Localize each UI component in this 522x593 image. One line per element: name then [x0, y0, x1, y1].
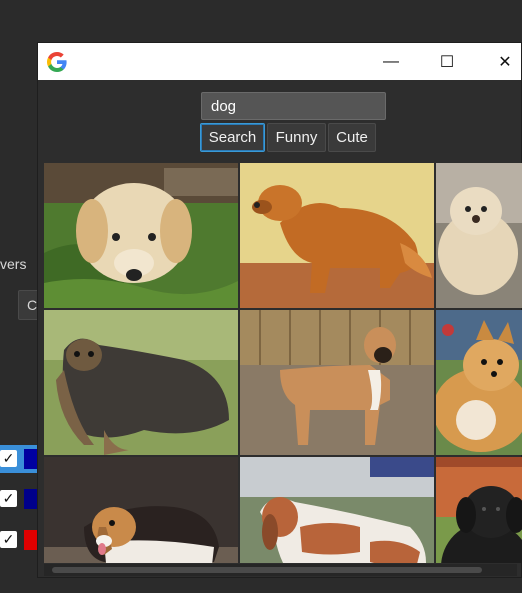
minimize-icon: — [383, 52, 399, 70]
result-image-golden-puppy[interactable] [44, 163, 238, 308]
background-list-row[interactable]: ✓ [0, 526, 40, 554]
result-image-silky-terrier[interactable] [44, 310, 238, 455]
minimize-button[interactable]: — [368, 43, 414, 80]
result-image-cream-poodle-mix[interactable] [436, 163, 522, 308]
cute-button[interactable]: Cute [328, 123, 376, 152]
close-icon: ✕ [498, 53, 512, 71]
search-input[interactable] [201, 92, 386, 120]
result-image-basset-hound[interactable] [240, 457, 434, 563]
search-button[interactable]: Search [200, 123, 265, 152]
result-image-newfoundland[interactable] [436, 457, 522, 563]
image-search-window: — ☐ ✕ Search Funny Cute [37, 42, 522, 578]
title-bar[interactable]: — ☐ ✕ [38, 43, 521, 80]
scrollbar-thumb[interactable] [52, 567, 482, 573]
maximize-button[interactable]: ☐ [424, 43, 470, 80]
result-image-golden-retriever[interactable] [240, 163, 434, 308]
background-list-row[interactable]: ✓ [0, 485, 40, 513]
checkbox-checked[interactable]: ✓ [0, 531, 17, 548]
google-g-icon [46, 51, 68, 73]
close-button[interactable]: ✕ [482, 43, 522, 80]
result-image-beagle[interactable] [44, 457, 238, 563]
image-results-grid [44, 163, 522, 563]
result-image-boxer[interactable] [240, 310, 434, 455]
maximize-icon: ☐ [439, 53, 455, 71]
background-label: vers [0, 256, 27, 272]
result-image-pomeranian[interactable] [436, 310, 522, 455]
horizontal-scrollbar[interactable] [44, 564, 517, 576]
background-list-row[interactable]: ✓ [0, 445, 40, 473]
checkbox-checked[interactable]: ✓ [0, 450, 17, 467]
checkbox-checked[interactable]: ✓ [0, 490, 17, 507]
funny-button[interactable]: Funny [267, 123, 326, 152]
